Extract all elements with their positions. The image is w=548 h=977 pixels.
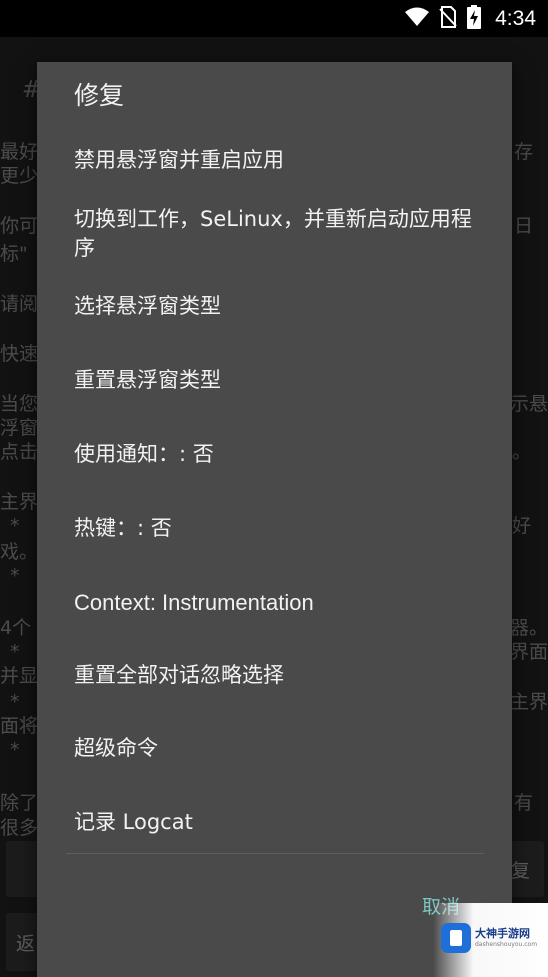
menu-item-record-logcat[interactable]: 记录 Logcat	[74, 808, 484, 837]
dialog-divider	[66, 853, 484, 854]
watermark: 大神手游网 dashenshouyou.com	[433, 903, 548, 977]
menu-item-reset-overlay-type[interactable]: 重置悬浮窗类型	[74, 366, 484, 395]
menu-item-super-command[interactable]: 超级命令	[74, 734, 484, 763]
status-bar: 4:34	[0, 0, 548, 37]
repair-dialog: 修复 禁用悬浮窗并重启应用 切换到工作，SeLinux，并重新启动应用程序 选择…	[37, 62, 512, 977]
menu-item-switch-work-selinux[interactable]: 切换到工作，SeLinux，并重新启动应用程序	[74, 205, 474, 263]
menu-item-hotkey[interactable]: 热键：: 否	[74, 514, 484, 543]
dialog-title: 修复	[74, 81, 125, 110]
watermark-name: 大神手游网	[475, 927, 530, 940]
menu-item-disable-overlay-restart[interactable]: 禁用悬浮窗并重启应用	[74, 146, 484, 175]
menu-item-select-overlay-type[interactable]: 选择悬浮窗类型	[74, 292, 484, 321]
watermark-logo-icon	[441, 923, 471, 953]
watermark-url: dashenshouyou.com	[475, 941, 538, 948]
wifi-icon	[405, 7, 430, 31]
menu-item-reset-dialog-ignores[interactable]: 重置全部对话忽略选择	[74, 661, 484, 690]
menu-item-context[interactable]: Context: Instrumentation	[74, 588, 484, 617]
no-sim-icon	[439, 5, 457, 32]
menu-item-use-notification[interactable]: 使用通知：: 否	[74, 440, 484, 469]
status-time: 4:34	[495, 6, 536, 30]
battery-charging-icon	[467, 4, 482, 33]
